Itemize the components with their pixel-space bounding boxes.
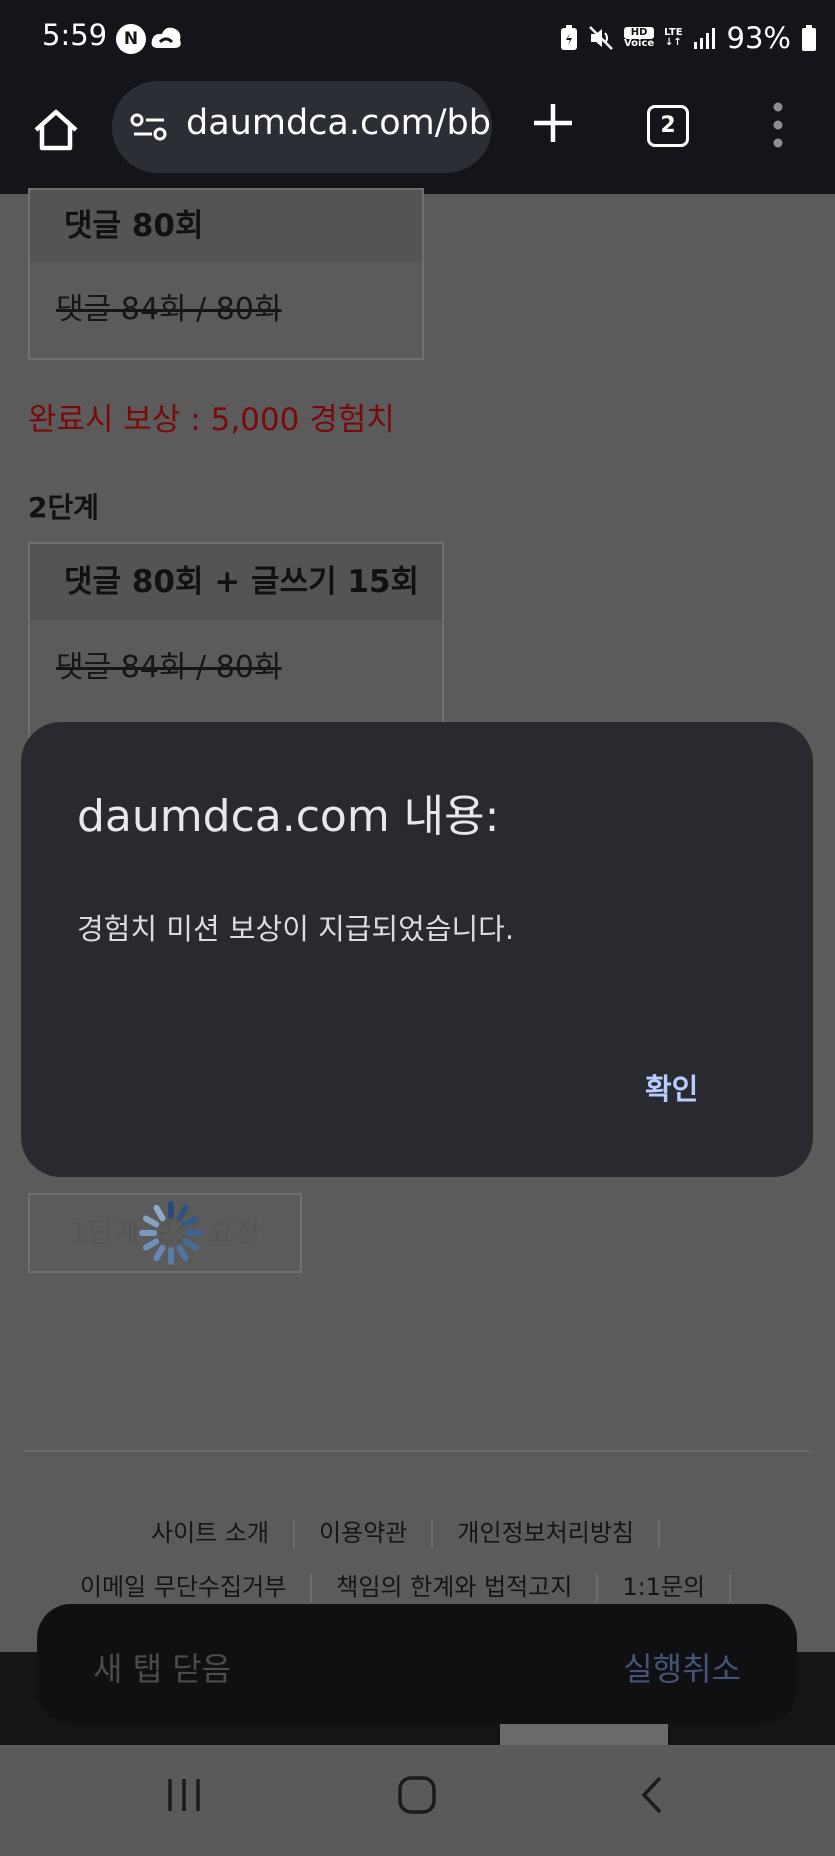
voice-label: Voice — [623, 38, 655, 49]
status-right-icons: HD Voice LTE ↓↑ 93% — [560, 20, 817, 56]
footer-link-terms[interactable]: 이용약관 — [319, 1519, 407, 1547]
footer-separator — [658, 1520, 660, 1548]
footer-separator — [431, 1520, 434, 1548]
home-icon[interactable] — [30, 104, 82, 156]
reward-text: 완료시 보상 : 5,000 경험치 — [28, 402, 395, 438]
footer-separator — [293, 1520, 296, 1548]
snackbar: 새 탭 닫음 실행취소 — [37, 1604, 797, 1724]
url-bar[interactable]: daumdca.com/bbs — [112, 81, 492, 173]
footer-link-inquiry[interactable]: 1:1문의 — [622, 1573, 705, 1601]
footer-separator — [596, 1574, 599, 1602]
footer-link-privacy[interactable]: 개인정보처리방침 — [457, 1519, 634, 1547]
footer-links-row1: 사이트 소개 이용약관 개인정보처리방침 — [0, 1513, 835, 1548]
step2-label: 2단계 — [28, 491, 100, 524]
mission-progress: 댓글 84회 / 80회 — [56, 292, 282, 327]
mute-icon — [589, 26, 613, 50]
status-time: 5:59 — [42, 18, 108, 52]
hd-voice-icon: HD Voice — [623, 27, 655, 49]
battery-saver-icon — [560, 25, 577, 50]
dialog-message: 경험치 미션 보상이 지급되었습니다. — [77, 912, 515, 946]
snackbar-message: 새 탭 닫음 — [93, 1650, 232, 1688]
site-settings-icon[interactable] — [130, 111, 168, 143]
lte-arrows: ↓↑ — [664, 37, 682, 48]
n-badge-icon: N — [116, 24, 146, 54]
mission-heading: 댓글 80회 — [30, 190, 422, 262]
footer-links-row2: 이메일 무단수집거부 책임의 한계와 법적고지 1:1문의 — [0, 1567, 835, 1602]
mission-box-step1: 댓글 80회 댓글 84회 / 80회 — [28, 188, 424, 360]
cloud-icon — [151, 27, 181, 48]
status-bar: 5:59 N HD Voice LTE ↓↑ 93% — [0, 0, 835, 78]
footer-separator — [729, 1574, 732, 1602]
dialog-ok-button[interactable]: 확인 — [645, 1066, 698, 1108]
battery-icon — [802, 25, 816, 51]
signal-icon — [693, 28, 715, 49]
more-menu-icon[interactable] — [766, 100, 790, 150]
snackbar-undo-button[interactable]: 실행취소 — [623, 1644, 741, 1690]
loading-spinner-icon — [139, 1201, 203, 1265]
battery-percent: 93% — [726, 21, 791, 55]
new-tab-icon[interactable] — [530, 100, 576, 146]
back-nav-icon[interactable] — [636, 1775, 668, 1815]
home-nav-icon[interactable] — [397, 1775, 437, 1815]
url-text[interactable]: daumdca.com/bbs — [186, 103, 492, 143]
footer-link-email-refusal[interactable]: 이메일 무단수집거부 — [80, 1573, 286, 1601]
alert-dialog: daumdca.com 내용: 경험치 미션 보상이 지급되었습니다. 확인 — [21, 722, 813, 1177]
dialog-title: daumdca.com 내용: — [77, 791, 500, 842]
browser-toolbar: daumdca.com/bbs 2 — [0, 78, 835, 194]
footer-link-disclaimer[interactable]: 책임의 한계와 법적고지 — [336, 1573, 572, 1601]
lte-icon: LTE ↓↑ — [664, 28, 682, 48]
tab-switcher-button[interactable]: 2 — [647, 105, 689, 147]
system-nav-bar — [0, 1745, 835, 1856]
mission-heading: 댓글 80회 + 글쓰기 15회 — [30, 544, 442, 620]
recent-apps-icon[interactable] — [164, 1775, 204, 1815]
footer-separator — [310, 1574, 313, 1602]
footer-link-about[interactable]: 사이트 소개 — [151, 1519, 269, 1547]
footer-divider — [24, 1450, 810, 1452]
mission-progress: 댓글 84회 / 80회 — [56, 650, 282, 685]
